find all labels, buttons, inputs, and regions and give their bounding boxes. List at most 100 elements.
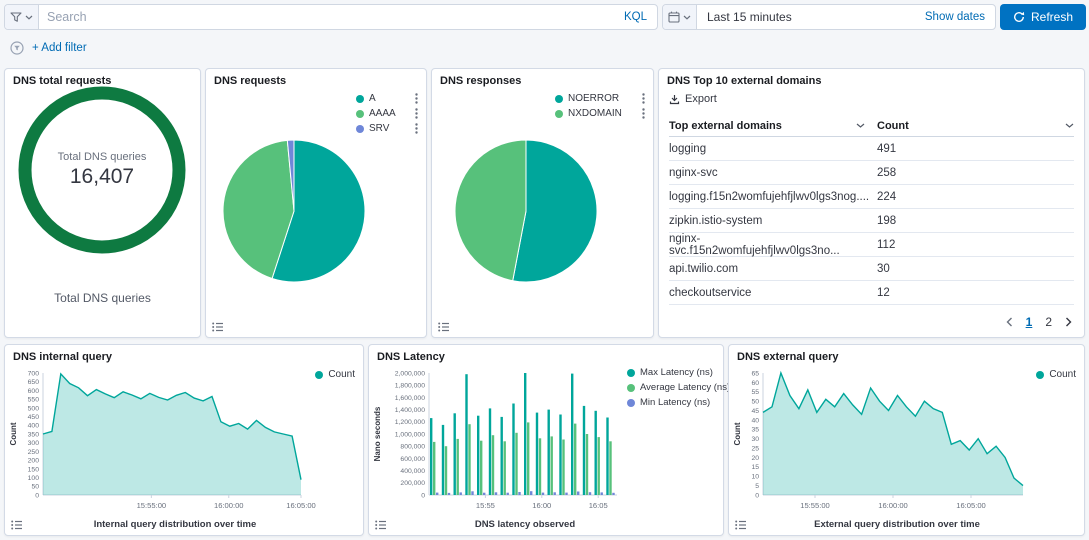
svg-text:1,200,000: 1,200,000 [395, 419, 425, 426]
legend-item[interactable]: Average Latency (ns) [627, 380, 730, 395]
kebab-menu-icon[interactable] [409, 123, 418, 134]
chart-caption: Internal query distribution over time [35, 519, 315, 530]
pagination: 1 2 [1006, 315, 1072, 329]
svg-text:50: 50 [751, 399, 759, 406]
count-cell: 491 [877, 143, 896, 155]
legend-list-icon[interactable] [375, 520, 387, 530]
panel-dns-total-requests: DNS total requests Total DNS queries 16,… [4, 68, 201, 338]
export-icon [669, 94, 680, 105]
domain-cell: checkoutservice [669, 287, 751, 299]
panel-dns-requests: DNS requests A AAAA SRV [205, 68, 427, 338]
svg-text:30: 30 [751, 436, 759, 443]
svg-text:600: 600 [28, 388, 40, 395]
column-header-domains[interactable]: Top external domains [669, 120, 877, 132]
panel-title: DNS Top 10 external domains [667, 75, 821, 87]
svg-text:2,000,000: 2,000,000 [395, 370, 425, 377]
chevron-right-icon[interactable] [1065, 317, 1072, 327]
table-row: zipkin.istio-system 198 [669, 209, 1074, 233]
count-cell: 112 [877, 239, 895, 251]
svg-text:1,800,000: 1,800,000 [395, 383, 425, 390]
svg-text:35: 35 [751, 427, 759, 434]
column-header-count[interactable]: Count [877, 120, 1074, 132]
domain-cell: api.twilio.com [669, 263, 738, 275]
svg-text:Nano seconds: Nano seconds [373, 406, 382, 461]
svg-text:10: 10 [751, 474, 759, 481]
panel-dns-responses: DNS responses NOERROR NXDOMAIN [431, 68, 654, 338]
table-header: Top external domains Count [669, 115, 1074, 137]
legend-dot [356, 110, 364, 118]
svg-text:Count: Count [733, 422, 742, 445]
search-input[interactable] [39, 5, 614, 29]
add-filter-link[interactable]: + Add filter [32, 42, 87, 54]
svg-text:800,000: 800,000 [400, 444, 425, 451]
bar-chart[interactable]: 0200,000400,000600,000800,0001,000,0001,… [373, 367, 625, 511]
svg-text:15:55:00: 15:55:00 [137, 501, 167, 510]
svg-text:20: 20 [751, 455, 759, 462]
time-range-label[interactable]: Last 15 minutes [707, 10, 792, 24]
chevron-left-icon[interactable] [1006, 317, 1013, 327]
legend-list-icon[interactable] [11, 520, 23, 530]
pie-chart[interactable] [214, 131, 374, 291]
svg-text:400: 400 [28, 423, 40, 430]
svg-text:50: 50 [31, 484, 39, 491]
domain-cell: zipkin.istio-system [669, 215, 762, 227]
legend-dot [1036, 371, 1044, 379]
area-chart[interactable]: 0510152025303540455055606515:55:0016:00:… [733, 367, 1031, 511]
legend-item[interactable]: Count [315, 367, 355, 382]
svg-text:16:00:00: 16:00:00 [214, 501, 244, 510]
count-cell: 30 [877, 263, 890, 275]
legend-list-icon[interactable] [438, 322, 450, 332]
chart-legend: NOERROR NXDOMAIN [555, 91, 645, 121]
legend-dot [555, 110, 563, 118]
table-row: api.twilio.com 30 [669, 257, 1074, 281]
legend-item[interactable]: AAAA [356, 106, 418, 121]
filter-icon[interactable] [10, 41, 24, 55]
gauge-chart[interactable] [17, 85, 187, 255]
legend-label: AAAA [369, 108, 396, 119]
panel-title: DNS responses [440, 75, 521, 87]
panel-title: DNS internal query [13, 351, 112, 363]
svg-text:16:05:00: 16:05:00 [956, 501, 986, 510]
legend-list-icon[interactable] [212, 322, 224, 332]
svg-text:1,000,000: 1,000,000 [395, 431, 425, 438]
kebab-menu-icon[interactable] [636, 108, 645, 119]
legend-item[interactable]: Count [1036, 367, 1076, 382]
legend-list-icon[interactable] [735, 520, 747, 530]
page-button-1[interactable]: 1 [1026, 315, 1033, 329]
table-row: logging 491 [669, 137, 1074, 161]
legend-label: Count [328, 369, 355, 380]
legend-item[interactable]: Min Latency (ns) [627, 395, 730, 410]
legend-item[interactable]: Max Latency (ns) [627, 365, 730, 380]
count-cell: 258 [877, 167, 896, 179]
export-button[interactable]: Export [669, 93, 717, 105]
svg-text:40: 40 [751, 417, 759, 424]
domain-cell: logging [669, 143, 706, 155]
legend-item[interactable]: A [356, 91, 418, 106]
refresh-button[interactable]: Refresh [1000, 4, 1086, 30]
chart-legend: Count [1036, 367, 1076, 382]
svg-text:200,000: 200,000 [400, 480, 425, 487]
legend-item[interactable]: NXDOMAIN [555, 106, 645, 121]
column-header-label: Top external domains [669, 120, 782, 132]
svg-text:1,600,000: 1,600,000 [395, 395, 425, 402]
saved-query-menu-button[interactable] [5, 5, 39, 29]
kql-button[interactable]: KQL [614, 5, 657, 29]
panel-dns-external-query: DNS external query Count 051015202530354… [728, 344, 1085, 536]
legend-label: NXDOMAIN [568, 108, 622, 119]
pie-chart[interactable] [446, 131, 606, 291]
area-chart[interactable]: 0501001502002503003504004505005506006507… [9, 367, 309, 511]
svg-text:450: 450 [28, 414, 40, 421]
svg-text:200: 200 [28, 458, 40, 465]
kebab-menu-icon[interactable] [636, 93, 645, 104]
svg-text:15:55: 15:55 [476, 501, 495, 510]
sort-chevron-icon [1065, 123, 1074, 128]
legend-item[interactable]: NOERROR [555, 91, 645, 106]
legend-dot [627, 399, 635, 407]
svg-text:45: 45 [751, 408, 759, 415]
chart-legend: Count [315, 367, 355, 382]
page-button-2[interactable]: 2 [1045, 315, 1052, 329]
kebab-menu-icon[interactable] [409, 108, 418, 119]
date-quick-select-button[interactable] [663, 5, 697, 29]
kebab-menu-icon[interactable] [409, 93, 418, 104]
show-dates-link[interactable]: Show dates [925, 11, 985, 23]
